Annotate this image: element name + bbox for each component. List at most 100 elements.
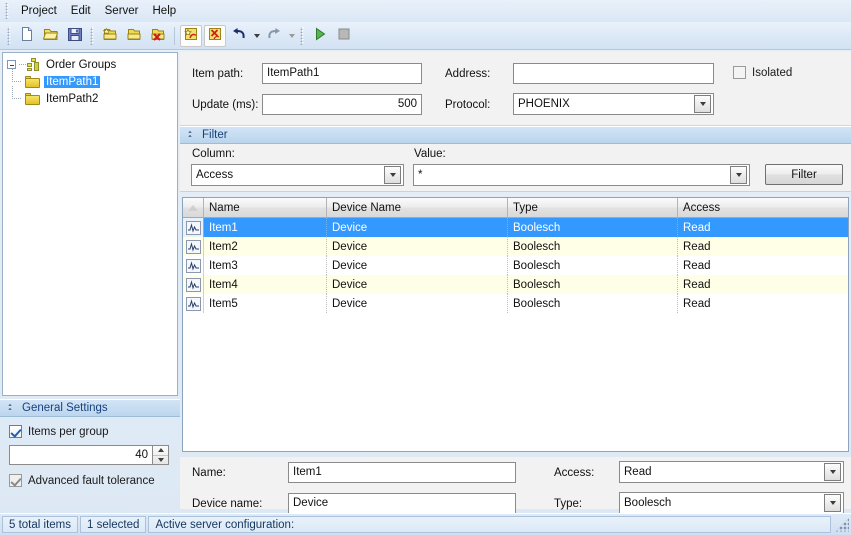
add-item-button[interactable]	[180, 25, 202, 47]
tree-node-itempath2[interactable]: ItemPath2	[3, 90, 177, 107]
item-path-form: Item path: ItemPath1 Update (ms): 500 Ad…	[180, 52, 851, 126]
items-per-group-input[interactable]: 40	[9, 445, 152, 465]
chevron-down-icon	[289, 34, 295, 38]
waveform-icon	[186, 221, 201, 235]
item-path-input[interactable]: ItemPath1	[262, 63, 422, 84]
general-settings-header[interactable]: General Settings	[0, 399, 180, 417]
items-per-group-row[interactable]: Items per group	[9, 425, 171, 438]
filter-apply-button[interactable]: Filter	[765, 164, 843, 185]
stop-server-button[interactable]	[333, 25, 355, 47]
isolated-row[interactable]: Isolated	[733, 66, 792, 79]
cell-type: Boolesch	[508, 256, 678, 275]
delete-folder-icon	[150, 26, 166, 45]
open-file-button[interactable]	[40, 25, 62, 47]
delete-item-button[interactable]	[204, 25, 226, 47]
tree-node-root[interactable]: Order Groups	[3, 56, 177, 73]
add-group-button[interactable]	[99, 25, 121, 47]
filter-value-combo[interactable]: *	[413, 164, 750, 186]
items-per-group-spin-buttons[interactable]	[152, 445, 169, 465]
chevron-down-icon	[700, 102, 706, 106]
table-row[interactable]: Item1 Device Boolesch Read	[183, 218, 848, 237]
folder-icon	[25, 93, 40, 105]
add-folder-icon	[102, 26, 118, 45]
chevron-down-icon	[736, 173, 742, 177]
undo-button[interactable]	[228, 25, 250, 47]
cell-access: Read	[678, 294, 848, 313]
toolbar-drag-grip[interactable]	[6, 27, 13, 45]
chevron-up-icon[interactable]	[185, 130, 196, 141]
items-grid[interactable]: Name Device Name Type Access Item1 Devic…	[182, 197, 849, 452]
row-icon-cell	[183, 294, 204, 313]
cell-name: Item5	[204, 294, 327, 313]
menu-drag-grip[interactable]	[4, 3, 11, 19]
redo-dropdown-button[interactable]	[286, 25, 297, 47]
table-row[interactable]: Item2 Device Boolesch Read	[183, 237, 848, 256]
table-row[interactable]: Item5 Device Boolesch Read	[183, 294, 848, 313]
cell-device-name: Device	[327, 237, 508, 256]
save-file-button[interactable]	[64, 25, 86, 47]
protocol-dropdown-button[interactable]	[694, 95, 711, 113]
detail-name-label: Name:	[192, 467, 226, 479]
advanced-fault-tolerance-label: Advanced fault tolerance	[28, 475, 155, 487]
undo-dropdown-button[interactable]	[251, 25, 262, 47]
start-server-button[interactable]	[309, 25, 331, 47]
tree-item-label: ItemPath1	[44, 76, 100, 88]
redo-button[interactable]	[263, 25, 285, 47]
protocol-value: PHOENIX	[514, 98, 694, 110]
advanced-fault-tolerance-checkbox[interactable]	[9, 474, 22, 487]
tree-root-label: Order Groups	[44, 59, 118, 71]
grid-header-name[interactable]: Name	[204, 198, 327, 218]
filter-value-label: Value:	[414, 148, 446, 160]
update-ms-input[interactable]: 500	[262, 94, 422, 115]
filter-value-dropdown-button[interactable]	[730, 166, 747, 184]
edit-group-button[interactable]	[123, 25, 145, 47]
new-file-button[interactable]	[16, 25, 38, 47]
protocol-label: Protocol:	[445, 99, 490, 111]
tree-connector	[19, 64, 26, 65]
filter-value-input[interactable]: *	[414, 169, 730, 181]
chevron-down-icon	[390, 173, 396, 177]
menu-item-edit[interactable]: Edit	[64, 2, 98, 21]
stop-icon	[336, 26, 352, 45]
filter-section-header[interactable]: Filter	[180, 126, 851, 144]
delete-group-button[interactable]	[147, 25, 169, 47]
filter-column-dropdown-button[interactable]	[384, 166, 401, 184]
tree-node-itempath1[interactable]: ItemPath1	[3, 73, 177, 90]
filter-column-label: Column:	[192, 148, 235, 160]
grid-header-access[interactable]: Access	[678, 198, 848, 218]
general-settings-title: General Settings	[22, 402, 108, 414]
detail-name-input[interactable]: Item1	[288, 462, 516, 483]
waveform-icon	[186, 297, 201, 311]
spin-up-button[interactable]	[153, 446, 168, 456]
table-row[interactable]: Item4 Device Boolesch Read	[183, 275, 848, 294]
status-active-config: Active server configuration:	[148, 516, 831, 533]
menu-item-project[interactable]: Project	[14, 2, 64, 21]
address-input[interactable]	[513, 63, 714, 84]
protocol-combo[interactable]: PHOENIX	[513, 93, 714, 115]
filter-column-combo[interactable]: Access	[191, 164, 404, 186]
items-per-group-stepper[interactable]: 40	[9, 445, 169, 465]
detail-type-dropdown-button[interactable]	[824, 494, 841, 512]
grid-header-device-name[interactable]: Device Name	[327, 198, 508, 218]
detail-access-dropdown-button[interactable]	[824, 463, 841, 481]
table-row[interactable]: Item3 Device Boolesch Read	[183, 256, 848, 275]
grid-header-sort[interactable]	[183, 198, 204, 218]
spin-down-button[interactable]	[153, 456, 168, 465]
detail-type-combo[interactable]: Boolesch	[619, 492, 844, 514]
detail-device-name-input[interactable]: Device	[288, 493, 516, 514]
item-path-label: Item path:	[192, 68, 243, 80]
menu-item-help[interactable]: Help	[146, 2, 184, 21]
grid-header-type[interactable]: Type	[508, 198, 678, 218]
grid-header-row: Name Device Name Type Access	[183, 198, 848, 218]
isolated-checkbox[interactable]	[733, 66, 746, 79]
detail-access-combo[interactable]: Read	[619, 461, 844, 483]
items-per-group-checkbox[interactable]	[9, 425, 22, 438]
collapse-expander-icon[interactable]	[7, 60, 16, 69]
chevron-up-icon[interactable]	[5, 403, 16, 414]
order-groups-tree[interactable]: Order Groups ItemPath1 ItemPath2	[2, 52, 178, 396]
menu-item-server[interactable]: Server	[98, 2, 146, 21]
folder-icon	[25, 76, 40, 88]
advanced-fault-tolerance-row[interactable]: Advanced fault tolerance	[9, 474, 171, 487]
resize-grip[interactable]	[835, 518, 849, 532]
group-icon	[27, 58, 40, 71]
